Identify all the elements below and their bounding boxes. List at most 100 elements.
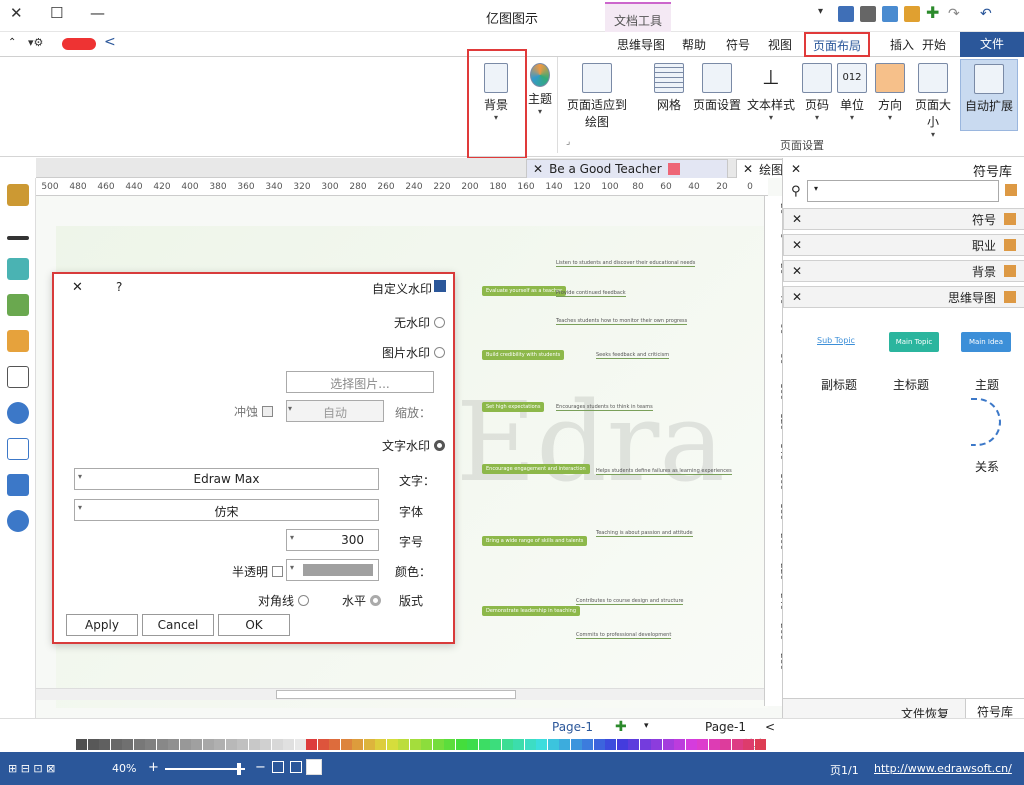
font-select[interactable]: 仿宋 <box>74 499 379 521</box>
mindmap-subtopic[interactable]: Contributes to course design and structu… <box>576 598 684 605</box>
palette-swatch[interactable] <box>547 738 559 750</box>
palette-swatch[interactable] <box>616 738 628 750</box>
palette-swatch[interactable] <box>524 738 536 750</box>
palette-swatch[interactable] <box>352 738 363 750</box>
line-icon[interactable] <box>7 236 29 240</box>
fit-window-icon[interactable] <box>272 761 284 773</box>
washout-checkbox[interactable]: 冲蚀 <box>234 403 274 420</box>
mindmap-node[interactable]: Encourage engagement and interaction <box>482 464 590 474</box>
mindmap-subtopic[interactable]: Seeks feedback and criticism <box>596 352 670 359</box>
palette-swatch[interactable] <box>639 738 651 750</box>
qa-save-icon[interactable] <box>882 6 898 22</box>
palette-swatch[interactable] <box>490 738 501 750</box>
palette-swatch[interactable] <box>685 738 697 750</box>
palette-swatch[interactable] <box>375 738 386 750</box>
maximize-icon[interactable]: ☐ <box>50 4 63 22</box>
undo-icon[interactable]: ↶ <box>980 6 996 22</box>
palette-swatch[interactable] <box>202 738 214 750</box>
scale-select[interactable]: 自动 <box>286 400 384 422</box>
fit-page-icon[interactable] <box>290 761 302 773</box>
shape-main-topic[interactable]: Main Topic <box>889 332 939 352</box>
section-background[interactable]: ✕ 背景 <box>783 260 1024 282</box>
share-icon[interactable]: < <box>104 34 116 50</box>
palette-swatch[interactable] <box>191 738 202 750</box>
qa-dropdown-icon[interactable]: ▾ <box>818 6 834 22</box>
mindmap-node[interactable]: Demonstrate leadership in teaching <box>482 606 580 616</box>
attachment-icon[interactable] <box>7 438 29 460</box>
close-dialog-icon[interactable]: ✕ <box>72 280 83 295</box>
mindmap-subtopic[interactable]: Commits to professional development <box>576 632 672 639</box>
palette-swatch[interactable] <box>237 738 248 750</box>
palette-swatch[interactable] <box>271 738 283 750</box>
mindmap-node[interactable]: Evaluate yourself as a teacher <box>482 286 567 296</box>
page-tab[interactable]: Page-1 <box>705 720 746 734</box>
globe-icon[interactable] <box>7 402 29 424</box>
zoom-slider-thumb[interactable] <box>237 763 241 775</box>
dialog-help-icon[interactable]: ? <box>116 280 122 294</box>
page-setup-button[interactable]: 页面设置 <box>692 63 742 113</box>
doc-tab-be-a-good-teacher[interactable]: ✕ Be a Good Teacher <box>526 159 728 178</box>
page-icon[interactable] <box>7 366 29 388</box>
apply-button[interactable]: Apply <box>66 614 138 636</box>
library-icon[interactable] <box>1005 184 1017 196</box>
close-section-icon[interactable]: ✕ <box>792 212 802 226</box>
tab-help[interactable]: 帮助 <box>682 36 706 53</box>
grid-button[interactable]: 网格 <box>652 63 686 113</box>
section-mindmap[interactable]: ✕ 思维导图 <box>783 286 1024 308</box>
palette-swatch[interactable] <box>513 738 524 750</box>
direction-button[interactable]: 方向 ▾ <box>874 63 906 122</box>
qa-print-icon[interactable] <box>860 6 876 22</box>
close-tab-icon[interactable]: ✕ <box>533 162 543 176</box>
close-section-icon[interactable]: ✕ <box>792 264 802 278</box>
semi-transparent-checkbox[interactable]: 半透明 <box>232 563 284 580</box>
scroll-thumb[interactable] <box>276 690 516 699</box>
radio-circle[interactable] <box>298 595 310 606</box>
close-section-icon[interactable]: ✕ <box>792 238 802 252</box>
section-symbols[interactable]: ✕ 符号 <box>783 208 1024 230</box>
scale-dropdown-icon[interactable]: ▾ <box>288 404 292 413</box>
palette-swatch[interactable] <box>754 738 766 750</box>
font-dropdown-icon[interactable]: ▾ <box>78 503 82 512</box>
page-dropdown-icon[interactable]: ▾ <box>644 721 649 731</box>
tab-view[interactable]: 视图 <box>768 36 792 53</box>
format-painter-icon[interactable] <box>7 184 29 206</box>
palette-swatch[interactable] <box>156 738 168 750</box>
page-num-button[interactable]: 页码 ▾ <box>802 63 832 122</box>
options-dropdown-icon[interactable]: ▾⚙ <box>28 36 43 49</box>
palette-swatch[interactable] <box>731 738 743 750</box>
size-dropdown-icon[interactable]: ▾ <box>290 533 294 542</box>
mindmap-subtopic[interactable]: Helps students define failures as learni… <box>596 468 732 475</box>
palette-swatch[interactable] <box>145 738 156 750</box>
palette-swatch[interactable] <box>122 738 133 750</box>
close-panel-icon[interactable]: ✕ <box>791 162 801 176</box>
horizontal-scrollbar[interactable] <box>36 688 768 700</box>
fill-icon[interactable] <box>7 258 29 280</box>
qa-open-icon[interactable] <box>904 6 920 22</box>
ok-button[interactable]: OK <box>218 614 290 636</box>
page-nav-icon[interactable]: < <box>765 720 775 734</box>
comment-icon[interactable] <box>7 474 29 496</box>
image-icon[interactable] <box>7 294 29 316</box>
palette-swatch[interactable] <box>283 738 294 750</box>
palette-swatch[interactable] <box>421 738 432 750</box>
palette-swatch[interactable] <box>501 738 513 750</box>
palette-swatch[interactable] <box>317 738 329 750</box>
shape-main-idea[interactable]: Main Idea <box>961 332 1011 352</box>
color-palette[interactable] <box>76 738 766 750</box>
zoom-slider[interactable] <box>165 763 245 775</box>
palette-swatch[interactable] <box>444 738 455 750</box>
palette-swatch[interactable] <box>179 738 191 750</box>
mindmap-subtopic[interactable]: Teaching is about passion and attitude <box>596 530 693 537</box>
tab-file[interactable]: 文件 <box>960 32 1024 57</box>
palette-swatch[interactable] <box>87 738 99 750</box>
mindmap-node[interactable]: Set high expectations <box>482 402 545 412</box>
relation-shape-icon[interactable] <box>971 398 1001 446</box>
radio-circle[interactable] <box>434 440 446 451</box>
auto-expand-button[interactable]: 自动扩展 <box>960 59 1018 131</box>
redo-icon[interactable]: ↷ <box>948 6 964 22</box>
size-select[interactable]: 300 <box>286 529 379 551</box>
palette-swatch[interactable] <box>720 738 731 750</box>
palette-swatch[interactable] <box>225 738 237 750</box>
cancel-button[interactable]: Cancel <box>142 614 214 636</box>
unit-button[interactable]: 012 单位 ▾ <box>836 63 868 122</box>
